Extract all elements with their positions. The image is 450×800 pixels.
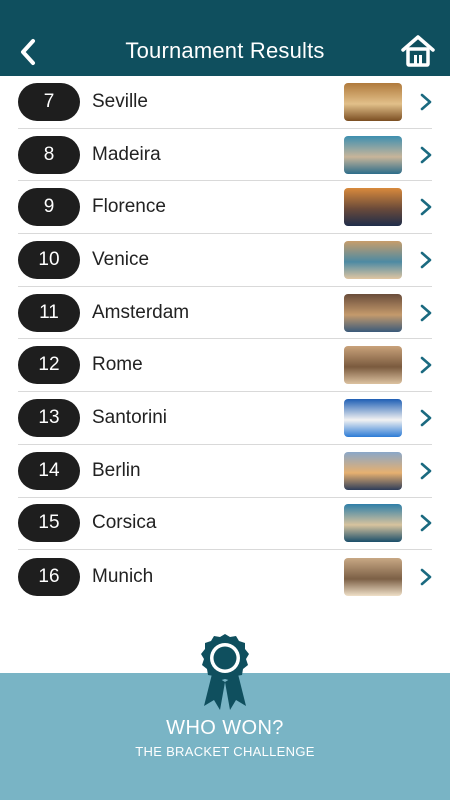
chevron-right-icon: [414, 90, 438, 114]
seed-badge: 11: [18, 293, 80, 332]
chevron-left-icon: [21, 39, 35, 65]
city-thumbnail: [344, 451, 402, 490]
city-thumbnail: [344, 557, 402, 596]
chevron-right-icon: [414, 248, 438, 272]
chevron-right-icon: [414, 353, 438, 377]
seed-badge: 14: [18, 451, 80, 490]
seed-badge: 10: [18, 240, 80, 279]
city-thumbnail: [344, 398, 402, 437]
city-name: Florence: [92, 196, 166, 218]
city-thumbnail: [344, 135, 402, 174]
results-list: 7 Seville 8 Madeira 9 Florence 10 Venice 11 Amste…: [18, 76, 432, 603]
seed-badge: 7: [18, 82, 80, 121]
chevron-right-icon: [414, 406, 438, 430]
city-name: Madeira: [92, 143, 161, 165]
chevron-right-icon: [414, 459, 438, 483]
home-icon: [401, 35, 435, 67]
result-row[interactable]: 16 Munich: [18, 550, 432, 603]
city-name: Seville: [92, 90, 148, 112]
result-row[interactable]: 9 Florence: [18, 181, 432, 235]
chevron-right-icon: [414, 195, 438, 219]
home-button[interactable]: [400, 34, 436, 68]
result-row[interactable]: 12 Rome: [18, 339, 432, 393]
seed-badge: 13: [18, 398, 80, 437]
result-row[interactable]: 8 Madeira: [18, 129, 432, 182]
banner-subtitle: THE BRACKET CHALLENGE: [135, 744, 315, 759]
chevron-right-icon: [414, 565, 438, 589]
page-title: Tournament Results: [125, 38, 325, 63]
city-name: Munich: [92, 565, 154, 587]
city-thumbnail: [344, 82, 402, 121]
award-ribbon-icon: [198, 632, 252, 712]
banner-title: WHO WON?: [166, 717, 284, 739]
city-name: Santorini: [92, 406, 167, 428]
chevron-right-icon: [414, 511, 438, 535]
result-row[interactable]: 14 Berlin: [18, 445, 432, 498]
chevron-right-icon: [414, 301, 438, 325]
seed-badge: 16: [18, 557, 80, 596]
city-thumbnail: [344, 188, 402, 227]
result-row[interactable]: 7 Seville: [18, 76, 432, 129]
result-row[interactable]: 10 Venice: [18, 234, 432, 287]
city-name: Venice: [92, 248, 150, 270]
city-name: Amsterdam: [92, 301, 190, 323]
seed-badge: 15: [18, 504, 80, 543]
app-header: Tournament Results: [0, 0, 450, 76]
seed-badge: 8: [18, 135, 80, 174]
chevron-right-icon: [414, 143, 438, 167]
city-thumbnail: [344, 346, 402, 385]
city-name: Berlin: [92, 459, 141, 481]
back-button[interactable]: [14, 36, 42, 68]
city-name: Corsica: [92, 512, 157, 534]
city-thumbnail: [344, 240, 402, 279]
result-row[interactable]: 15 Corsica: [18, 498, 432, 551]
seed-badge: 9: [18, 188, 80, 227]
city-thumbnail: [344, 504, 402, 543]
city-name: Rome: [92, 354, 143, 376]
result-row[interactable]: 13 Santorini: [18, 392, 432, 445]
seed-badge: 12: [18, 346, 80, 385]
city-thumbnail: [344, 293, 402, 332]
result-row[interactable]: 11 Amsterdam: [18, 287, 432, 340]
